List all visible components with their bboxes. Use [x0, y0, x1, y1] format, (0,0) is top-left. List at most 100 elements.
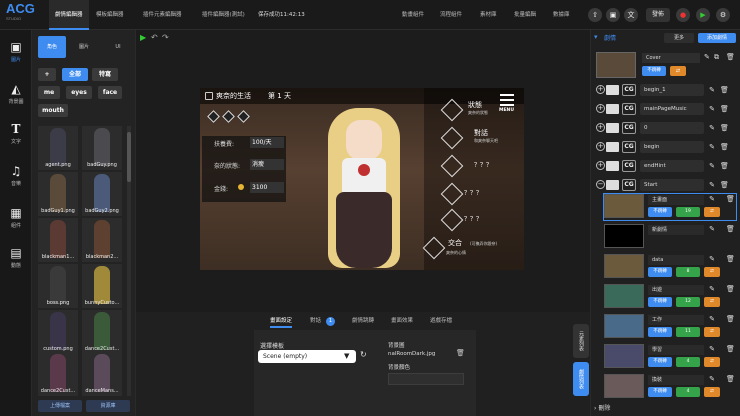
trash-icon[interactable]: 🗑: [720, 161, 729, 171]
link-icon[interactable]: ⇄: [704, 267, 720, 277]
tab-story-editor[interactable]: 劇情編輯器: [49, 0, 89, 30]
asset-thumbnail[interactable]: danceMans...: [82, 352, 122, 396]
asset-thumbnail[interactable]: bunnyCusto...: [82, 264, 122, 308]
animation-components-button[interactable]: 動畫組件: [402, 0, 424, 30]
chapter-row[interactable]: + CG begin_1 ✎ 🗑: [596, 82, 736, 98]
add-filter-button[interactable]: +: [38, 68, 56, 81]
edit-icon[interactable]: ✎: [704, 53, 710, 61]
menu-title[interactable]: ？？？: [464, 214, 482, 223]
asset-library-button[interactable]: 素材庫: [480, 0, 497, 30]
chapter-row[interactable]: + CG endHint ✎ 🗑: [596, 158, 736, 174]
play-icon[interactable]: ▶: [140, 33, 146, 42]
tab-template-editor[interactable]: 模板編輯器: [96, 0, 124, 30]
asset-thumbnail[interactable]: blackman1...: [38, 218, 78, 262]
asset-thumbnail[interactable]: badGuy2.png: [82, 172, 122, 216]
nav-dynamic[interactable]: ▤ 動態: [0, 246, 32, 280]
trash-icon[interactable]: 🗑: [720, 142, 729, 152]
cover-thumbnail[interactable]: [596, 52, 636, 78]
asset-tab-image[interactable]: 圖片: [70, 36, 98, 58]
asset-scrollbar[interactable]: [127, 126, 131, 396]
add-story-button[interactable]: 添加劇情: [698, 33, 736, 43]
expand-icon[interactable]: +: [596, 142, 605, 151]
more-button[interactable]: 更多: [664, 33, 694, 43]
filter-mouth[interactable]: mouth: [38, 104, 68, 117]
trash-icon[interactable]: 🗑: [726, 314, 735, 324]
expand-icon[interactable]: +: [596, 85, 605, 94]
edit-icon[interactable]: ✎: [708, 104, 716, 114]
tab-story-list[interactable]: 劇情列表: [573, 362, 589, 396]
asset-thumbnail[interactable]: dance2Cust...: [82, 310, 122, 354]
nav-music[interactable]: ♫ 音樂: [0, 164, 32, 198]
scene-row[interactable]: 新劇情 ✎ 🗑: [604, 224, 736, 250]
expand-icon[interactable]: +: [596, 104, 605, 113]
link-icon[interactable]: ⇄: [704, 327, 720, 337]
filter-face[interactable]: face: [98, 86, 122, 99]
upload-icon[interactable]: ⇧: [588, 8, 602, 22]
copy-icon[interactable]: ⧉: [714, 53, 719, 62]
link-icon[interactable]: ⇄: [704, 357, 720, 367]
menu-title[interactable]: 交合: [448, 238, 462, 248]
trash-icon[interactable]: 🗑: [726, 344, 735, 354]
trash-icon[interactable]: 🗑: [726, 194, 735, 204]
edit-icon[interactable]: ✎: [708, 123, 716, 133]
filter-eyes[interactable]: eyes: [66, 86, 92, 99]
menu-title[interactable]: 對話: [474, 128, 488, 138]
edit-icon[interactable]: ✎: [708, 374, 716, 384]
tab-screen-effect[interactable]: 畫面效果: [391, 314, 413, 328]
asset-tab-ui[interactable]: UI: [104, 36, 132, 58]
flow-components-button[interactable]: 流程組件: [440, 0, 462, 30]
delete-footer[interactable]: › 刪除: [594, 403, 610, 412]
nav-image[interactable]: ▣ 圖片: [0, 40, 32, 74]
chapter-row[interactable]: + CG begin ✎ 🗑: [596, 139, 736, 155]
batch-edit-button[interactable]: 批量編輯: [514, 0, 536, 30]
chapter-row[interactable]: − CG Start ✎ 🗑: [596, 177, 736, 193]
edit-icon[interactable]: ✎: [708, 142, 716, 152]
record-icon[interactable]: ●: [676, 8, 690, 22]
chapter-row[interactable]: + CG mainPageMusic ✎ 🗑: [596, 101, 736, 117]
tab-element-list[interactable]: 元素列表: [573, 324, 589, 358]
template-select[interactable]: Scene (empty): [258, 350, 356, 363]
asset-thumbnail[interactable]: custom.png: [38, 310, 78, 354]
asset-thumbnail[interactable]: blackman2...: [82, 218, 122, 262]
game-preview[interactable]: 爽奈的生活 第 1 天 扶養費: 100/天 奈的狀態: 消瘦 金錢: 3100…: [200, 88, 524, 270]
redo-icon[interactable]: ↷: [162, 33, 169, 42]
trash-icon[interactable]: 🗑: [720, 123, 729, 133]
menu-title[interactable]: ？？？: [474, 160, 492, 169]
translate-icon[interactable]: 文: [624, 8, 638, 22]
collapse-icon[interactable]: ▾: [594, 33, 598, 41]
link-icon[interactable]: ⇄: [704, 387, 720, 397]
database-button[interactable]: 數據庫: [553, 0, 570, 30]
tab-plugin-element-editor[interactable]: 插件元素編輯器: [143, 0, 182, 30]
nav-components[interactable]: ▦ 組件: [0, 206, 32, 240]
save-icon[interactable]: ▣: [606, 8, 620, 22]
edit-icon[interactable]: ✎: [708, 284, 716, 294]
tab-screen-settings[interactable]: 畫面設定: [270, 314, 293, 328]
undo-icon[interactable]: ↶: [151, 33, 158, 42]
scene-row[interactable]: 出遊 不跳轉 12 ⇄ ✎ 🗑: [604, 284, 736, 310]
menu-title[interactable]: 狀態: [468, 100, 482, 110]
refresh-icon[interactable]: ↻: [360, 350, 367, 359]
collapse-icon[interactable]: −: [596, 180, 605, 189]
asset-thumbnail[interactable]: boss.png: [38, 264, 78, 308]
edit-icon[interactable]: ✎: [708, 344, 716, 354]
asset-thumbnail[interactable]: badGuy.png: [82, 126, 122, 170]
edit-icon[interactable]: ✎: [708, 85, 716, 95]
expand-icon[interactable]: +: [596, 161, 605, 170]
trash-icon[interactable]: 🗑: [720, 85, 729, 95]
scene-row[interactable]: 換裝 不跳轉 4 ⇄ ✎ 🗑: [604, 374, 736, 400]
chapter-name[interactable]: Cover: [642, 53, 700, 63]
asset-tab-character[interactable]: 角色: [38, 36, 66, 58]
filter-closeup[interactable]: 特寫: [92, 68, 118, 81]
edit-icon[interactable]: ✎: [708, 224, 716, 234]
trash-icon[interactable]: 🗑: [720, 104, 729, 114]
edit-icon[interactable]: ✎: [708, 194, 716, 204]
no-jump-tag[interactable]: 不跳轉: [642, 66, 666, 76]
trash-icon[interactable]: 🗑: [456, 349, 465, 357]
background-color-input[interactable]: [388, 373, 464, 385]
filter-all[interactable]: 全部: [62, 68, 88, 81]
edit-icon[interactable]: ✎: [708, 314, 716, 324]
tab-game-save[interactable]: 遊戲存檔: [430, 314, 452, 328]
nav-text[interactable]: T 文字: [0, 122, 32, 156]
menu-title[interactable]: ？？？: [464, 188, 482, 197]
tab-story-jump[interactable]: 劇情跳轉: [352, 314, 374, 328]
